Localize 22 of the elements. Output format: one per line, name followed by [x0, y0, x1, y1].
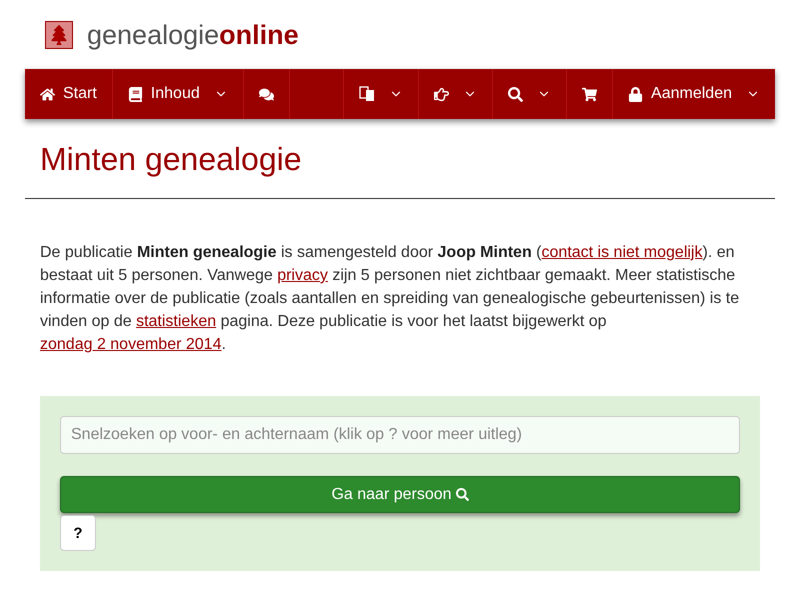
book-icon	[128, 86, 143, 102]
chat-icon	[258, 86, 274, 102]
tree-logo-icon	[45, 21, 73, 49]
link[interactable]: statistieken	[136, 313, 216, 330]
go-to-person-button[interactable]: Ga naar persoon	[60, 476, 740, 513]
search-field[interactable]: Snelzoeken op voor- en achternaam (klik op ? voor meer uitleg)	[60, 416, 740, 454]
nav-item[interactable]: Start	[25, 69, 112, 119]
link[interactable]: contact is niet mogelijk	[542, 244, 702, 261]
lock-icon	[628, 86, 644, 102]
help-button[interactable]: ?	[60, 515, 96, 551]
link[interactable]: zondag 2 november 2014	[40, 336, 222, 353]
nav-item[interactable]: Inhoud	[112, 69, 243, 119]
link[interactable]: privacy	[277, 267, 328, 284]
pointing-hand-icon	[434, 86, 450, 102]
site-logo-text: genealogieonline	[87, 20, 299, 50]
home-icon	[40, 86, 55, 102]
nav-item[interactable]: Aanmelden	[612, 69, 775, 119]
cart-icon	[582, 86, 598, 102]
search-icon	[508, 86, 524, 102]
page-title: Minten genealogie	[25, 119, 775, 199]
intro-paragraph: De publicatie Minten genealogie is samengesteld door Joop Minten (contact is niet mogelijk). en bestaat uit 5 personen. Vanwege privacy zijn 5 personen niet zichtbaar gemaakt. Meer statistische informatie over de publicatie (zoals aantallen en spreiding van genealogische gebeurtenissen) is te vinden op de statistieken pagina. Deze publicatie is voor het laatst bijgewerkt op zondag 2 november 2014.	[40, 243, 740, 355]
search-icon	[456, 488, 469, 501]
